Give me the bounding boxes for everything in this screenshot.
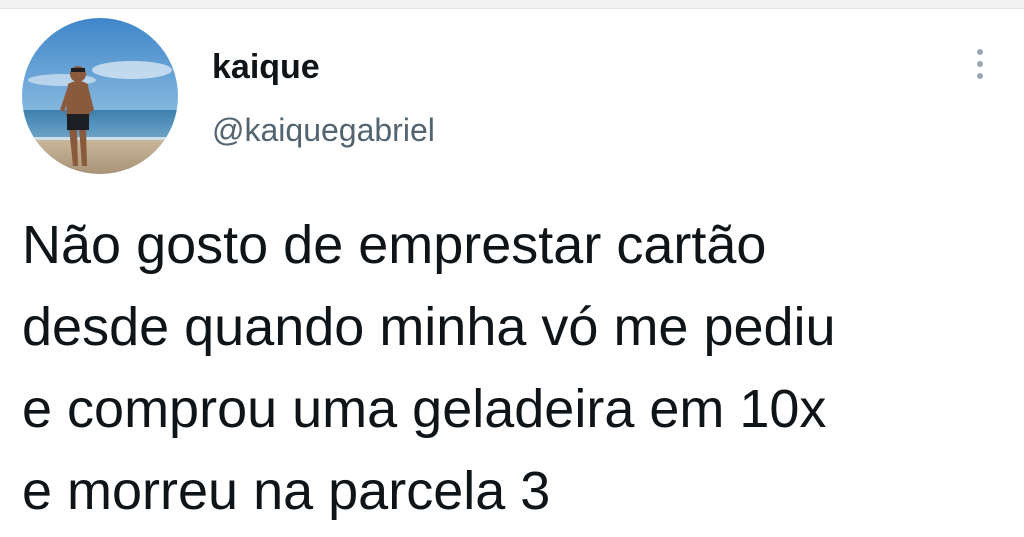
avatar-photo <box>22 18 178 174</box>
tweet-line: e comprou uma geladeira em 10x <box>22 379 827 439</box>
more-options-button[interactable] <box>966 42 994 86</box>
user-handle[interactable]: @kaiquegabriel <box>212 112 435 149</box>
tweet-line: e morreu na parcela 3 <box>22 461 551 521</box>
user-display-name[interactable]: kaique <box>212 48 320 87</box>
tweet-line: Não gosto de emprestar cartão <box>22 215 767 275</box>
tweet-card: kaique @kaiquegabriel Não gosto de empre… <box>0 8 1024 537</box>
more-vertical-icon <box>977 49 983 79</box>
avatar[interactable] <box>22 18 178 174</box>
tweet-line: desde quando minha vó me pediu <box>22 297 836 357</box>
tweet-text: Não gosto de emprestar cartão desde quan… <box>22 204 1002 532</box>
